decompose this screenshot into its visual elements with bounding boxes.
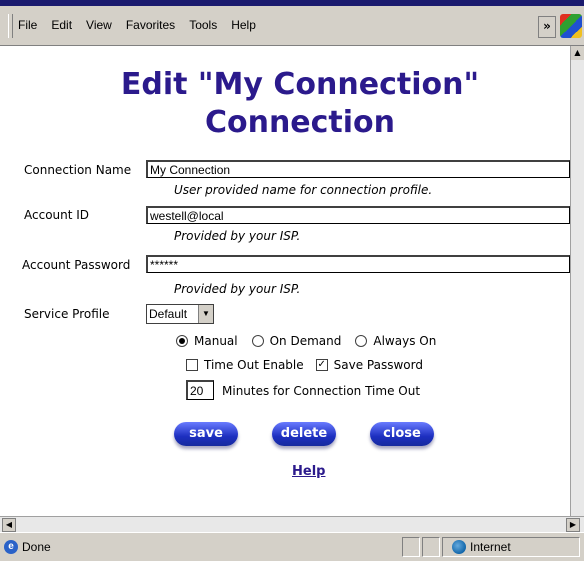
toolbar-grip[interactable] [8, 14, 13, 38]
delete-button[interactable]: delete [272, 422, 336, 446]
options-group: Time Out Enable ✓ Save Password [186, 358, 423, 372]
account-password-hint: Provided by your ISP. [174, 282, 301, 296]
account-password-label: Account Password [22, 258, 131, 272]
chevron-down-icon[interactable]: ▼ [198, 305, 213, 323]
radio-always-on[interactable] [355, 335, 368, 347]
internet-zone-icon [452, 540, 466, 554]
service-profile-select[interactable]: Default ▼ [146, 304, 214, 324]
page-title: Edit "My Connection" Connection [120, 67, 480, 140]
radio-on-demand[interactable] [251, 335, 264, 347]
windows-logo-icon [560, 14, 582, 38]
save-button[interactable]: save [174, 422, 238, 446]
close-button[interactable]: close [370, 422, 434, 446]
menu-view[interactable]: View [86, 18, 112, 32]
menu-bar: File Edit View Favorites Tools Help » [0, 6, 584, 46]
time-out-enable-checkbox[interactable] [186, 359, 198, 371]
scroll-left-icon[interactable]: ◀ [2, 518, 16, 532]
radio-always-on-label: Always On [373, 334, 437, 348]
radio-on-demand-label: On Demand [269, 334, 342, 348]
scroll-up-icon[interactable]: ▲ [571, 46, 584, 60]
status-panel [402, 537, 420, 557]
page-status-icon: e [4, 540, 18, 554]
connection-name-input[interactable] [146, 160, 570, 178]
menu-file[interactable]: File [18, 18, 37, 32]
time-out-enable-label: Time Out Enable [204, 358, 304, 372]
radio-manual[interactable] [176, 335, 188, 347]
connection-mode-group: Manual On Demand Always On [176, 334, 436, 348]
timeout-minutes-label: Minutes for Connection Time Out [222, 384, 421, 398]
account-id-label: Account ID [24, 208, 90, 222]
connection-name-label: Connection Name [24, 163, 132, 177]
help-link[interactable]: Help [292, 464, 325, 479]
connection-name-hint: User provided name for connection profil… [174, 183, 433, 197]
status-panel [422, 537, 440, 557]
status-text: Done [22, 540, 51, 554]
timeout-minutes-input[interactable] [186, 380, 214, 400]
menu-edit[interactable]: Edit [51, 18, 72, 32]
zone-label: Internet [470, 540, 511, 554]
vertical-scrollbar[interactable]: ▲ [570, 46, 584, 516]
menu-help[interactable]: Help [231, 18, 256, 32]
account-password-input[interactable] [146, 255, 570, 273]
horizontal-scrollbar[interactable]: ◀ ▶ [0, 516, 584, 532]
page-content: Edit "My Connection" Connection Connecti… [0, 46, 570, 516]
save-password-checkbox[interactable]: ✓ [315, 359, 328, 371]
radio-manual-label: Manual [194, 334, 238, 348]
service-profile-label: Service Profile [24, 307, 110, 321]
menu-favorites[interactable]: Favorites [126, 18, 175, 32]
account-id-input[interactable] [146, 206, 570, 224]
scroll-right-icon[interactable]: ▶ [566, 518, 580, 532]
menu-tools[interactable]: Tools [189, 18, 217, 32]
account-id-hint: Provided by your ISP. [174, 229, 301, 243]
status-bar: e Done Internet [0, 532, 584, 561]
save-password-label: Save Password [333, 358, 423, 372]
toolbar-chevron-button[interactable]: » [538, 16, 556, 38]
service-profile-value: Default [149, 307, 188, 321]
